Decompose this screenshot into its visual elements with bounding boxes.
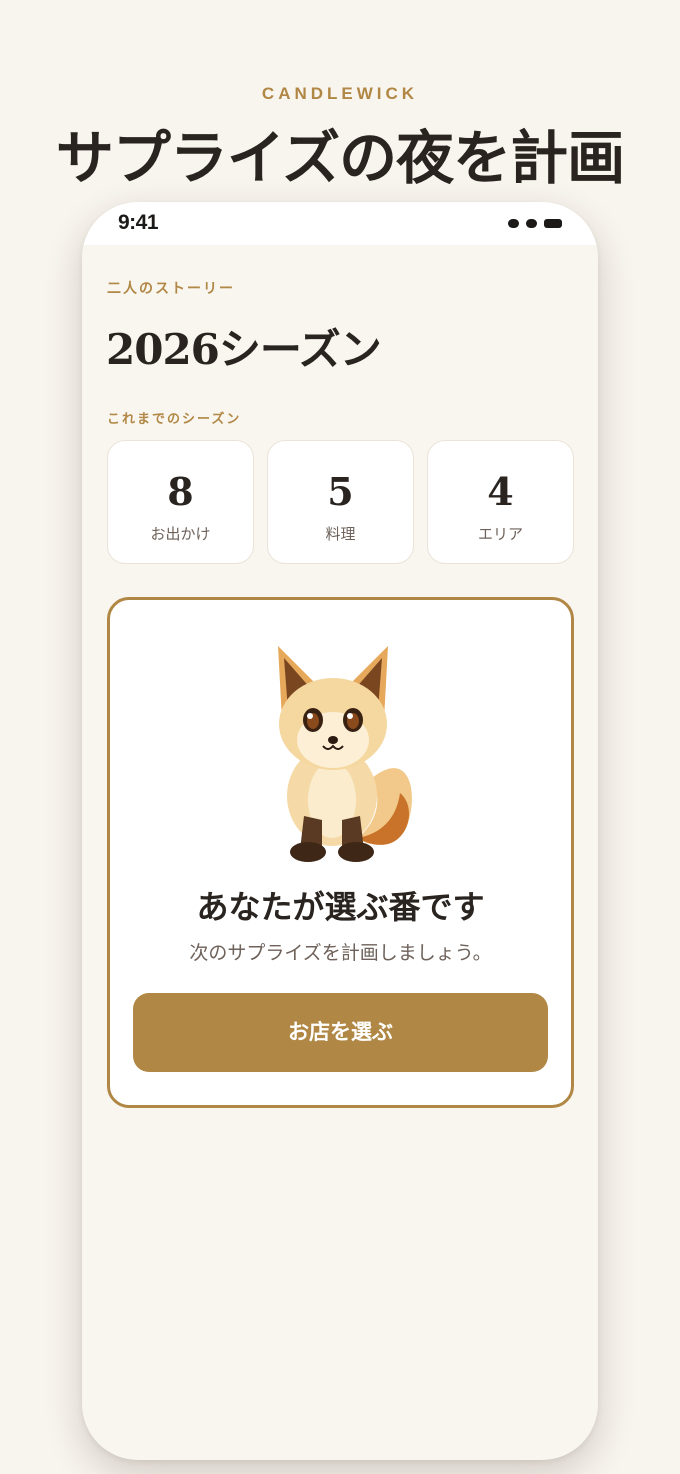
choose-restaurant-button[interactable]: お店を選ぶ [133, 993, 548, 1072]
story-kicker: 二人のストーリー [107, 280, 235, 296]
past-seasons-label: これまでのシーズン [107, 411, 242, 426]
phone-frame: 9:41 二人のストーリー 2026シーズン これまでのシーズン 8 お出かけ … [82, 202, 598, 1460]
turn-title: あなたが選ぶ番です [196, 888, 485, 926]
stat-value: 8 [167, 469, 194, 514]
stats-row: 8 お出かけ 5 料理 4 エリア [107, 440, 574, 564]
wifi-icon [526, 219, 537, 228]
season-title: 2026シーズン [106, 325, 382, 374]
fox-mascot-icon [278, 646, 412, 862]
stat-card-cuisines: 5 料理 [267, 440, 414, 564]
stat-label: エリア [477, 526, 523, 543]
stat-label: お出かけ [150, 526, 211, 543]
stat-label: 料理 [325, 526, 356, 543]
turn-subtitle: 次のサプライズを計画しましょう。 [189, 943, 492, 964]
status-bar: 9:41 [82, 202, 598, 245]
your-turn-card: あなたが選ぶ番です 次のサプライズを計画しましょう。 お店を選ぶ [107, 597, 574, 1108]
hero-title: サプライズの夜を計画 [55, 124, 625, 192]
stat-card-areas: 4 エリア [427, 440, 574, 564]
signal-icon [508, 219, 519, 228]
status-icons [508, 219, 562, 228]
stat-card-outings: 8 お出かけ [107, 440, 254, 564]
brand-name: CANDLEWICK [261, 84, 419, 103]
status-time: 9:41 [118, 211, 159, 234]
battery-icon [544, 219, 562, 228]
stat-value: 5 [327, 469, 354, 514]
stat-value: 4 [487, 469, 514, 514]
